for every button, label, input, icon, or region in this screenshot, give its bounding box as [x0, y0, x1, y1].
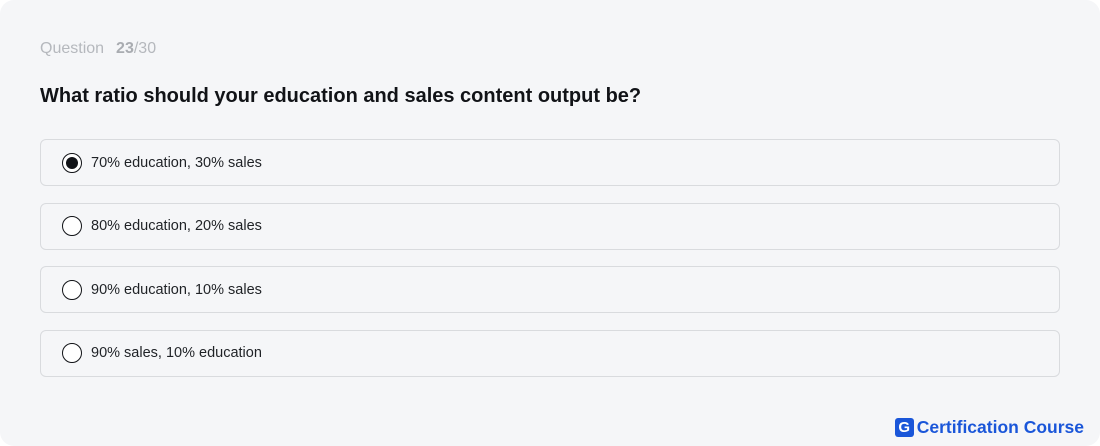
question-counter-label: Question: [40, 40, 105, 57]
radio-dot-icon: [66, 156, 78, 169]
answer-option-label: 90% education, 10% sales: [91, 281, 262, 298]
answer-option[interactable]: 70% education, 30% sales: [40, 139, 1060, 186]
brand-logo: G Certification Course: [894, 417, 1084, 438]
answer-options: 70% education, 30% sales 80% education, …: [40, 139, 1060, 393]
quiz-card: Question 23/30 What ratio should your edu…: [0, 0, 1100, 446]
answer-option[interactable]: 90% education, 10% sales: [40, 266, 1060, 313]
question-total-number: 30: [138, 40, 157, 57]
radio-button-icon[interactable]: [62, 343, 82, 363]
brand-g-icon: G: [894, 418, 914, 437]
answer-option-label: 90% sales, 10% education: [91, 345, 262, 361]
question-current-number: 23: [116, 40, 134, 57]
brand-name: Certification Course: [916, 417, 1084, 437]
answer-option[interactable]: 90% sales, 10% education: [40, 329, 1060, 377]
question-text: What ratio should your education and sal…: [40, 85, 642, 107]
radio-button-icon[interactable]: [62, 279, 82, 300]
radio-button-selected-icon[interactable]: [62, 152, 82, 173]
answer-option[interactable]: 80% education, 20% sales: [40, 202, 1060, 250]
answer-option-label: 80% education, 20% sales: [91, 218, 262, 234]
question-counter: Question 23/30: [40, 40, 156, 58]
radio-button-icon[interactable]: [62, 216, 82, 236]
answer-option-label: 70% education, 30% sales: [91, 154, 262, 171]
